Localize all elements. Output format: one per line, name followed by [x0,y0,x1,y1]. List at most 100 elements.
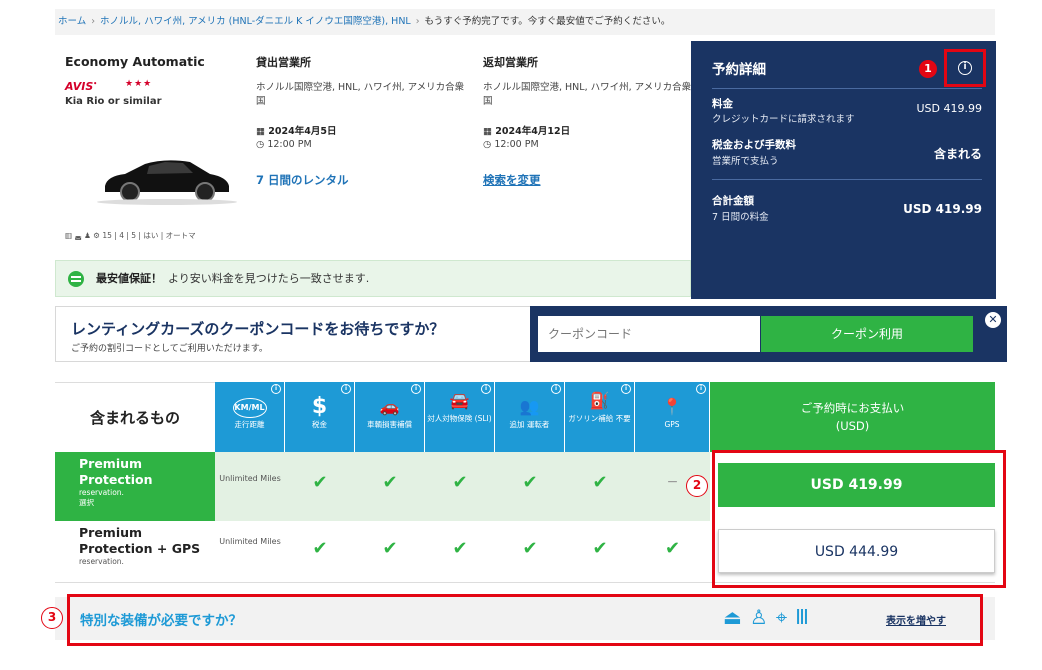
calendar-icon: ▦ [256,126,269,137]
apply-coupon-button[interactable]: クーポン利用 [761,316,973,352]
pay-header-line1: ご予約時にお支払い [800,401,905,415]
breadcrumb-separator: › [91,16,96,27]
check-cell: ✔ [495,521,565,582]
info-icon[interactable]: i [271,384,281,394]
booking-page: ホーム › ホノルル, ハワイ州, アメリカ (HNL-ダニエル K イノウエ国際空… [0,0,1042,670]
price-guarantee-banner: 最安値保証！ より安い料金を見つけたら一致させます. [55,260,691,297]
info-icon[interactable]: i [551,384,561,394]
car-image [97,160,237,205]
pickup-title: 貸出営業所 [256,56,311,69]
feature-label: 税金 [312,420,327,429]
pickup-column: 貸出営業所 ホノルル国際空港, HNL, ハワイ州, アメリカ合衆国 ▦ 202… [256,54,466,188]
calendar-icon: ▦ [483,126,496,137]
feature-tax[interactable]: i $ 税金 [285,382,355,452]
breadcrumb-home-link[interactable]: ホーム [58,16,86,27]
mileage-cell: Unlimited Miles [215,452,285,521]
info-icon[interactable]: i [696,384,706,394]
check-icon: ✔ [382,538,398,559]
annotation-highlight-3 [67,594,983,646]
gps-cell: ✔ [635,521,710,582]
fee-value: USD 419.99 [916,102,983,115]
check-cell: ✔ [495,452,565,521]
vendor-name: AVIS [65,80,94,93]
specs-text: 15 | 4 | 5 | はい | オートマ [102,231,196,240]
check-cell: ✔ [285,452,355,521]
feature-mileage[interactable]: i KM/ML 走行距離 [215,382,285,452]
feature-sli[interactable]: i 🚘 対人対物保険 (SLI) [425,382,495,452]
clock-icon: ◷ [483,139,495,150]
fee-sub: クレジットカードに請求されます [712,114,855,125]
pay-now-header: ご予約時にお支払い (USD) [710,382,995,452]
check-icon: ✔ [664,538,681,559]
feature-label: 車輌損害補償 [367,420,412,429]
fee-label: 料金 [712,98,733,110]
annotation-marker-1: 1 [919,60,937,78]
pay-header-line2: (USD) [835,419,870,433]
check-cell: ✔ [285,521,355,582]
annotation-highlight-2 [712,450,1006,588]
tax-label: 税金および手数料 [712,139,796,151]
info-icon[interactable]: i [411,384,421,394]
check-icon: ✔ [312,472,328,493]
divider [712,88,982,89]
feature-label: 対人対物保険 (SLI) [427,414,492,423]
feature-label: 走行距離 [234,420,265,429]
info-icon[interactable]: i [621,384,631,394]
check-icon: ✔ [592,538,608,559]
check-icon: ✔ [522,472,538,493]
info-icon[interactable]: i [341,384,351,394]
return-column: 返却営業所 ホノルル国際空港, HNL, ハワイ州, アメリカ合衆国 ▦ 202… [483,54,693,188]
guarantee-icon [68,271,84,287]
feature-fuel[interactable]: i ⛽ ガソリン補給 不要 [565,382,635,452]
check-cell: ✔ [565,452,635,521]
check-icon: ✔ [312,538,328,559]
details-title: 予約詳細 [712,62,766,78]
mileage-icon: KM/ML [232,398,267,418]
feature-driver[interactable]: i 👥 追加 運転者 [495,382,565,452]
return-location: ホノルル国際空港, HNL, ハワイ州, アメリカ合衆国 [483,82,692,107]
close-icon[interactable]: ✕ [985,312,1001,328]
car-class: Economy Automatic [65,54,205,69]
info-icon[interactable]: i [481,384,491,394]
breadcrumb: ホーム › ホノルル, ハワイ州, アメリカ (HNL-ダニエル K イノウエ国際空… [55,9,995,35]
feature-label: GPS [664,420,680,429]
check-cell: ✔ [425,521,495,582]
check-cell: ✔ [425,452,495,521]
package-name: Premium Protection reservation. 選択 [55,452,215,521]
check-cell: ✔ [565,521,635,582]
car-damage-icon: 🚗 [379,397,400,416]
total-label: 合計金額 [712,195,754,207]
change-search-link[interactable]: 検索を変更 [483,172,693,188]
feature-label: ガソリン補給 不要 [568,414,631,423]
info-icon[interactable]: i [958,61,972,75]
pickup-location: ホノルル国際空港, HNL, ハワイ州, アメリカ合衆国 [256,82,465,107]
car-model: Kia Rio or similar [65,96,162,107]
vehicle-specs: ▥ ◛ ♟ ⚙ 15 | 4 | 5 | はい | オートマ [65,230,196,241]
coupon-code-input[interactable] [538,316,760,352]
rating-stars: ★★★ [125,79,153,89]
dollar-icon: $ [311,394,328,419]
feature-cdw[interactable]: i 🚗 車輌損害補償 [355,382,425,452]
rental-summary-card: Economy Automatic AVIS• ★★★ Kia Rio or s… [55,41,691,299]
clock-icon: ◷ [256,139,268,150]
return-time: ◷ 12:00 PM [483,139,539,150]
guarantee-title: 最安値保証！ [96,272,162,285]
check-cell: ✔ [355,452,425,521]
rental-duration: 7 日間のレンタル [256,173,349,187]
total-sub: 7 日間の料金 [712,212,769,223]
divider [712,179,982,180]
vendor-logo: AVIS• [65,80,98,93]
specs-icons: ▥ ◛ ♟ ⚙ [65,231,103,240]
check-icon: ✔ [522,538,538,559]
breadcrumb-separator: › [415,16,420,27]
breadcrumb-current: もうすぐ予約完了です。今すぐ最安値でご予約ください。 [424,16,671,27]
guarantee-text: より安い料金を見つけたら一致させます. [168,272,370,285]
feature-gps[interactable]: i 📍 GPS [635,382,710,452]
gps-icon: 📍 [662,397,682,416]
coupon-section: レンティングカーズのクーポンコードをお待ちですか？ ご予約の割引コードとしてご利… [55,306,1007,362]
tax-sub: 営業所で支払う [712,156,779,167]
breadcrumb-location-link[interactable]: ホノルル, ハワイ州, アメリカ (HNL-ダニエル K イノウエ国際空港), … [100,16,411,27]
check-icon: ✔ [592,472,608,493]
check-cell: ✔ [355,521,425,582]
reservation-details-panel: 予約詳細 1 i 料金 クレジットカードに請求されます USD 419.99 税… [691,41,996,299]
